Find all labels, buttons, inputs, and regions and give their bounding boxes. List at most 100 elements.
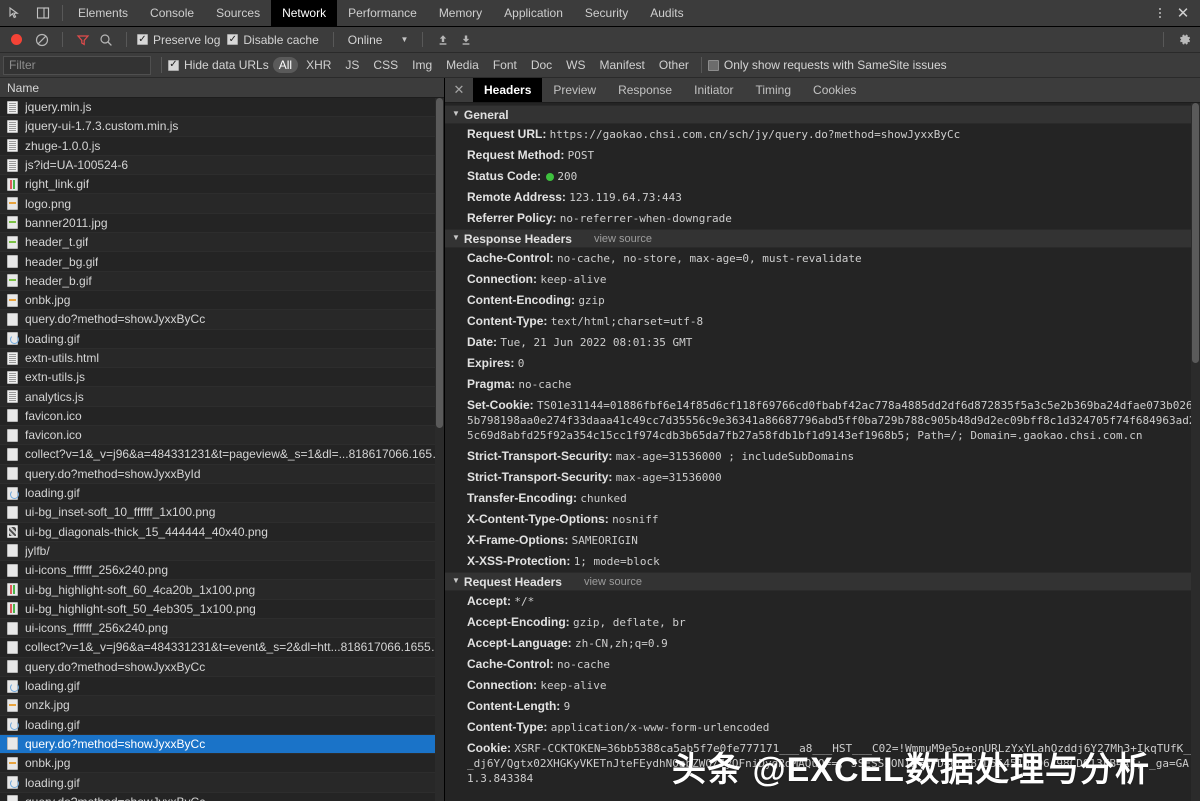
- search-icon[interactable]: [96, 30, 116, 50]
- table-row[interactable]: analytics.js: [0, 387, 444, 407]
- type-filter-img[interactable]: Img: [406, 57, 438, 73]
- type-filter-css[interactable]: CSS: [367, 57, 404, 73]
- header-row: Pragma: no-cache: [445, 374, 1200, 395]
- table-row[interactable]: query.do?method=showJyxxByCc: [0, 734, 444, 755]
- table-row[interactable]: collect?v=1&_v=j96&a=484331231&t=pagevie…: [0, 445, 444, 465]
- disable-cache-checkbox[interactable]: ✓ Disable cache: [227, 33, 319, 47]
- tab-label: Performance: [348, 6, 417, 20]
- type-filter-ws[interactable]: WS: [560, 57, 591, 73]
- inspect-element-icon[interactable]: [6, 4, 24, 22]
- table-row[interactable]: js?id=UA-100524-6: [0, 155, 444, 176]
- type-filter-manifest[interactable]: Manifest: [594, 57, 651, 73]
- header-value: no-cache: [518, 378, 572, 391]
- request-name: analytics.js: [25, 389, 84, 404]
- toolbar-divider-3: [332, 32, 334, 47]
- close-icon[interactable]: ✕: [1172, 2, 1194, 24]
- type-filter-xhr[interactable]: XHR: [300, 57, 337, 73]
- detail-tab-timing[interactable]: Timing: [744, 78, 802, 102]
- hide-data-urls-checkbox[interactable]: ✓ Hide data URLs: [168, 58, 269, 72]
- table-row[interactable]: query.do?method=showJyxxById: [0, 464, 444, 484]
- type-filter-other[interactable]: Other: [653, 57, 695, 73]
- detail-tab-response[interactable]: Response: [607, 78, 683, 102]
- table-row[interactable]: ui-bg_highlight-soft_50_4eb305_1x100.png: [0, 600, 444, 620]
- tab-network[interactable]: Network: [271, 0, 338, 26]
- tabbar-divider: [62, 5, 63, 21]
- table-row[interactable]: loading.gif: [0, 330, 444, 349]
- table-row[interactable]: collect?v=1&_v=j96&a=484331231&t=event&_…: [0, 638, 444, 658]
- type-filter-doc[interactable]: Doc: [525, 57, 558, 73]
- table-row[interactable]: onbk.jpg: [0, 291, 444, 311]
- table-row[interactable]: onzk.jpg: [0, 696, 444, 716]
- table-row[interactable]: logo.png: [0, 194, 444, 214]
- table-row[interactable]: ui-bg_highlight-soft_60_4ca20b_1x100.png: [0, 580, 444, 600]
- table-row[interactable]: favicon.ico: [0, 426, 444, 446]
- header-value: gzip, deflate, br: [573, 616, 686, 629]
- tab-console[interactable]: Console: [139, 0, 205, 26]
- samesite-issues-checkbox[interactable]: ✓ Only show requests with SameSite issue…: [707, 58, 947, 72]
- table-row[interactable]: query.do?method=showJyxxByCc: [0, 310, 444, 330]
- view-source-link[interactable]: view source: [594, 233, 652, 245]
- request-name: header_b.gif: [25, 273, 92, 288]
- throttling-select[interactable]: Online ▼: [344, 33, 413, 47]
- tab-elements[interactable]: Elements: [67, 0, 139, 26]
- table-row[interactable]: ui-icons_ffffff_256x240.png: [0, 561, 444, 581]
- filter-icon[interactable]: [73, 30, 93, 50]
- table-row[interactable]: favicon.ico: [0, 407, 444, 427]
- type-filter-media[interactable]: Media: [440, 57, 485, 73]
- detail-tab-initiator[interactable]: Initiator: [683, 78, 744, 102]
- clear-icon[interactable]: [32, 30, 52, 50]
- type-filter-font[interactable]: Font: [487, 57, 523, 73]
- table-row[interactable]: header_bg.gif: [0, 252, 444, 272]
- detail-tab-preview[interactable]: Preview: [542, 78, 607, 102]
- device-toolbar-icon[interactable]: [34, 4, 52, 22]
- tab-application[interactable]: Application: [493, 0, 574, 26]
- header-row: Transfer-Encoding: chunked: [445, 488, 1200, 509]
- tab-sources[interactable]: Sources: [205, 0, 271, 26]
- request-list-scrollbar[interactable]: [435, 98, 444, 801]
- import-har-icon[interactable]: [433, 30, 453, 50]
- type-filter-js[interactable]: JS: [339, 57, 365, 73]
- export-har-icon[interactable]: [456, 30, 476, 50]
- tab-performance[interactable]: Performance: [337, 0, 428, 26]
- type-filter-all[interactable]: All: [272, 57, 299, 73]
- table-row[interactable]: extn-utils.html: [0, 348, 444, 369]
- table-row[interactable]: loading.gif: [0, 716, 444, 735]
- table-row[interactable]: ui-bg_diagonals-thick_15_444444_40x40.pn…: [0, 523, 444, 542]
- table-row[interactable]: onbk.jpg: [0, 754, 444, 774]
- table-row[interactable]: jylfb/: [0, 541, 444, 562]
- header-row: Accept-Language: zh-CN,zh;q=0.9: [445, 633, 1200, 654]
- table-row[interactable]: jquery-ui-1.7.3.custom.min.js: [0, 117, 444, 137]
- table-row[interactable]: query.do?method=showJyxxByCc: [0, 793, 444, 801]
- table-row[interactable]: jquery.min.js: [0, 98, 444, 118]
- table-row[interactable]: extn-utils.js: [0, 368, 444, 388]
- gear-icon[interactable]: [1174, 30, 1194, 50]
- table-row[interactable]: banner2011.jpg: [0, 214, 444, 234]
- tab-security[interactable]: Security: [574, 0, 639, 26]
- toolbar-divider-1: [62, 32, 63, 47]
- filter-input[interactable]: [3, 55, 151, 75]
- preserve-log-checkbox[interactable]: ✓ Preserve log: [137, 33, 220, 47]
- detail-tab-cookies[interactable]: Cookies: [802, 78, 867, 102]
- tab-memory[interactable]: Memory: [428, 0, 493, 26]
- section-request-headers-header[interactable]: ▼ Request Headers view source: [445, 572, 1200, 591]
- detail-tab-headers[interactable]: Headers: [473, 78, 543, 102]
- table-row[interactable]: zhuge-1.0.0.js: [0, 137, 444, 156]
- table-row[interactable]: ui-bg_inset-soft_10_ffffff_1x100.png: [0, 503, 444, 523]
- close-icon[interactable]: ✕: [445, 78, 473, 102]
- record-button-icon[interactable]: [11, 34, 22, 45]
- table-row[interactable]: loading.gif: [0, 773, 444, 793]
- table-row[interactable]: query.do?method=showJyxxByCc: [0, 657, 444, 677]
- more-options-icon[interactable]: [1150, 3, 1170, 23]
- section-general-header[interactable]: ▼ General: [445, 105, 1200, 124]
- table-row[interactable]: header_b.gif: [0, 271, 444, 291]
- table-row[interactable]: ui-icons_ffffff_256x240.png: [0, 619, 444, 639]
- table-row[interactable]: right_link.gif: [0, 175, 444, 195]
- section-response-headers-header[interactable]: ▼ Response Headers view source: [445, 229, 1200, 248]
- detail-scrollbar[interactable]: [1191, 103, 1200, 801]
- table-row[interactable]: loading.gif: [0, 677, 444, 697]
- tab-audits[interactable]: Audits: [639, 0, 694, 26]
- view-source-link[interactable]: view source: [584, 576, 642, 588]
- table-row[interactable]: loading.gif: [0, 484, 444, 504]
- request-name: ui-bg_highlight-soft_50_4eb305_1x100.png: [25, 601, 256, 616]
- table-row[interactable]: header_t.gif: [0, 233, 444, 253]
